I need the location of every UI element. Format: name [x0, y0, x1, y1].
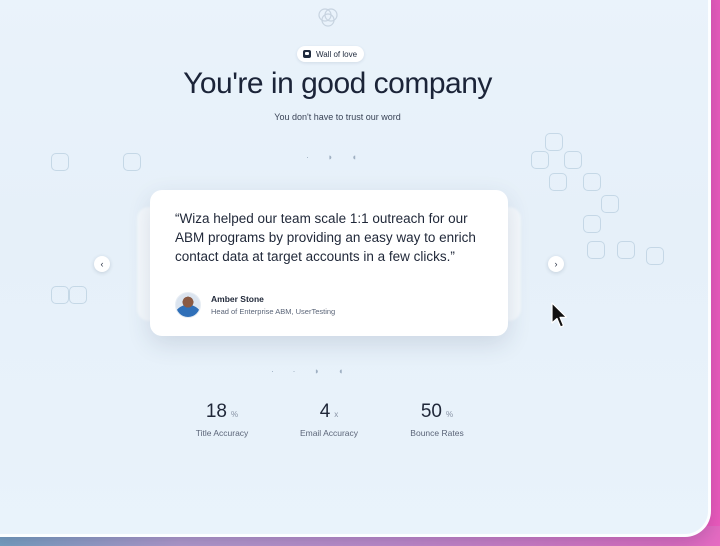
stat-label: Bounce Rates	[410, 428, 464, 438]
wall-of-love-tag: Wall of love	[297, 46, 365, 62]
stat-email-accuracy: 4x Email Accuracy	[269, 401, 389, 438]
tag-label: Wall of love	[316, 49, 358, 59]
logo-icon	[318, 8, 338, 27]
decorative-square	[587, 241, 605, 259]
decorative-square	[601, 195, 619, 213]
decorative-square	[123, 153, 141, 171]
decorative-dots: · ◗ ◖	[306, 152, 365, 162]
stat-value: 50	[420, 401, 442, 422]
page-subtitle: You don't have to trust our word	[274, 112, 401, 122]
author-name: Amber Stone	[211, 294, 264, 304]
chevron-right-icon: ›	[554, 258, 558, 269]
decorative-square	[531, 151, 549, 169]
browser-window: Wall of love You're in good company You …	[0, 0, 711, 537]
stat-unit: %	[231, 410, 239, 419]
testimonial-quote: “Wiza helped our team scale 1:1 outreach…	[175, 211, 476, 264]
stat-value: 18	[205, 401, 227, 422]
stat-unit: x	[334, 410, 339, 419]
decorative-square	[646, 247, 664, 265]
chevron-left-icon: ‹	[100, 258, 104, 269]
stat-label: Email Accuracy	[299, 428, 359, 438]
decorative-square	[583, 215, 601, 233]
decorative-square	[617, 241, 635, 259]
next-button[interactable]: ›	[548, 256, 564, 272]
page-title: You're in good company	[183, 67, 492, 100]
decorative-square	[549, 173, 567, 191]
decorative-dots: · · ◗ ◖	[271, 366, 352, 376]
stat-value: 4	[319, 401, 331, 422]
decorative-square	[545, 133, 563, 151]
author-role: Head of Enterprise ABM, UserTesting	[211, 307, 336, 316]
decorative-square	[69, 286, 87, 304]
message-icon	[303, 50, 311, 58]
stat-unit: %	[446, 410, 454, 419]
stat-label: Title Accuracy	[195, 428, 249, 438]
decorative-square	[51, 153, 69, 171]
decorative-square	[583, 173, 601, 191]
decorative-square	[564, 151, 582, 169]
decorative-square	[51, 286, 69, 304]
avatar	[175, 292, 201, 318]
stat-title-accuracy: 18% Title Accuracy	[162, 401, 282, 438]
previous-button[interactable]: ‹	[94, 256, 110, 272]
mouse-cursor-icon	[551, 302, 568, 328]
stat-bounce-rates: 50% Bounce Rates	[377, 401, 497, 438]
testimonial-card: “Wiza helped our team scale 1:1 outreach…	[150, 190, 508, 336]
